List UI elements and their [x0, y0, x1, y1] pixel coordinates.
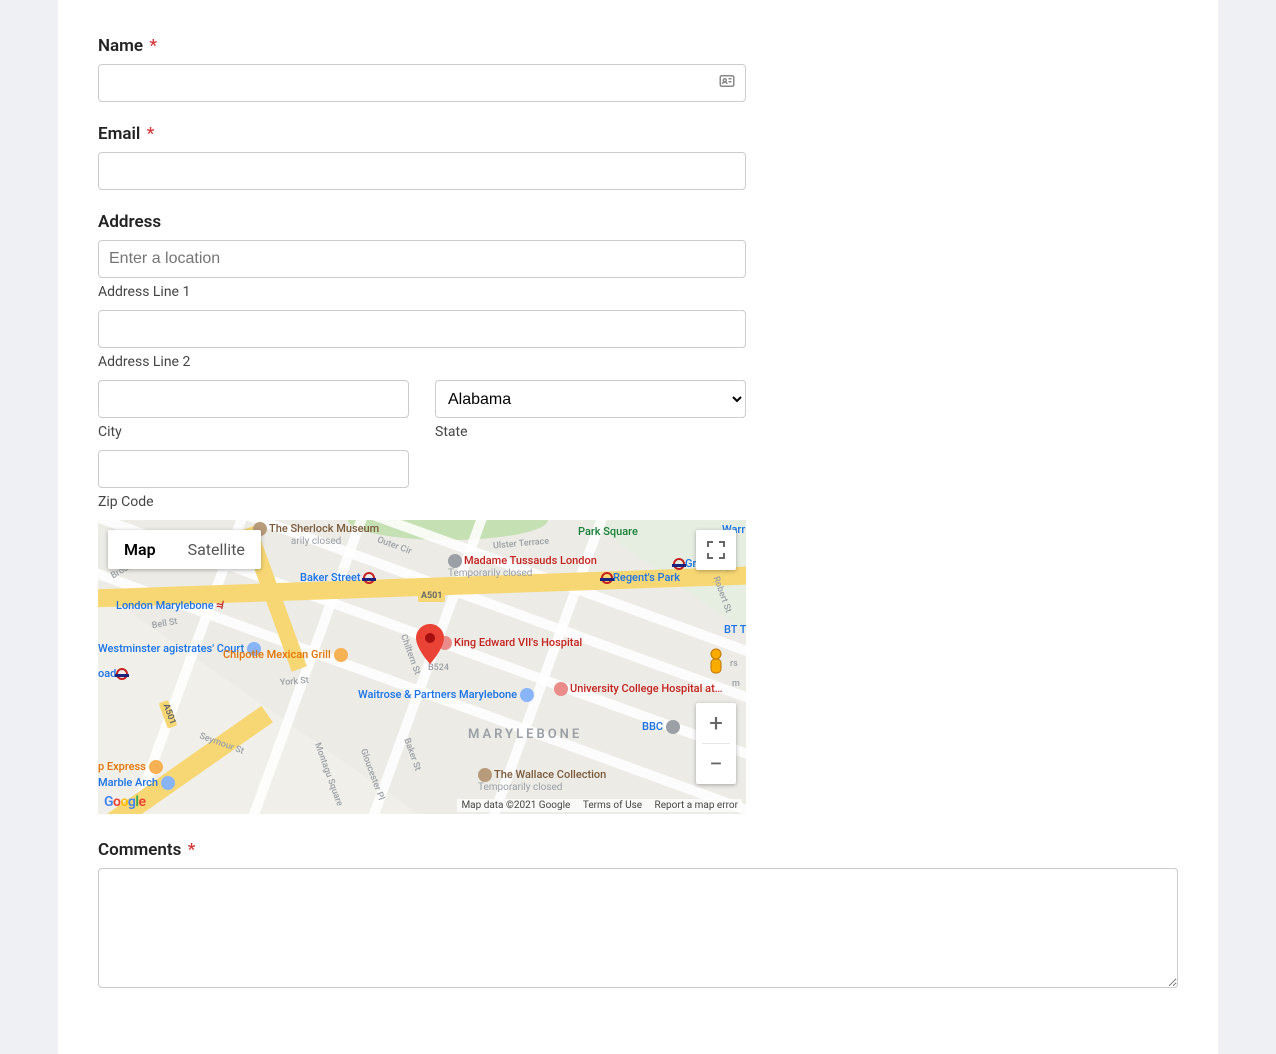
email-label-text: Email	[98, 124, 140, 144]
poi-sherlock: The Sherlock Museumarily closed	[253, 522, 379, 547]
name-label-text: Name	[98, 36, 143, 56]
address-line1-input[interactable]	[98, 240, 746, 278]
zoom-out-button[interactable]: −	[696, 744, 736, 784]
map-type-satellite[interactable]: Satellite	[172, 530, 261, 569]
poi-gr: Gr	[673, 558, 696, 570]
poi-kingedward: King Edward VII's Hospital	[438, 636, 582, 650]
required-marker: *	[147, 124, 155, 144]
restaurant-icon	[334, 648, 348, 662]
poi-tussauds: Madame Tussauds LondonTemporarily closed	[448, 554, 597, 579]
poi-icon	[448, 554, 462, 568]
zip-input[interactable]	[98, 450, 409, 488]
email-input[interactable]	[98, 152, 746, 190]
poi-waitrose: Waitrose & Partners Marylebone	[358, 688, 536, 702]
poi-icon	[666, 720, 680, 734]
tube-icon	[363, 572, 375, 584]
museum-icon	[478, 768, 492, 782]
poi-bbc: BBC	[642, 720, 682, 734]
poi-regents: Regent's Park	[601, 572, 680, 584]
map-pin-icon	[416, 624, 444, 668]
state-sublabel: State	[435, 424, 746, 440]
map-attribution: Map data ©2021 Google Terms of Use Repor…	[457, 799, 742, 812]
address-label-text: Address	[98, 212, 161, 232]
city-input[interactable]	[98, 380, 409, 418]
map-type-map[interactable]: Map	[108, 530, 172, 569]
pegman-button[interactable]	[696, 642, 736, 682]
poi-marylebone: London Marylebone ≉	[116, 600, 222, 612]
area-marylebone: MARYLEBONE	[468, 728, 582, 742]
poi-express: p Express	[98, 760, 165, 774]
map-type-switch: Map Satellite	[108, 530, 261, 569]
zip-sublabel: Zip Code	[98, 494, 409, 510]
poi-bt: BT T	[724, 624, 746, 636]
address-line1-sublabel: Address Line 1	[98, 284, 746, 300]
tube-icon	[601, 572, 613, 584]
road-label-a501: A501	[418, 592, 445, 602]
poi-parksq: Park Square	[578, 526, 638, 538]
tube-icon	[116, 668, 128, 680]
poi-marble: Marble Arch	[98, 776, 177, 790]
email-label: Email *	[98, 124, 746, 144]
contact-card-icon	[718, 72, 736, 94]
rail-icon: ≉	[216, 600, 222, 612]
map-report-link[interactable]: Report a map error	[655, 800, 738, 811]
name-field: Name *	[98, 36, 746, 102]
address-line2-field: Address Line 2	[98, 310, 746, 370]
comments-label: Comments *	[98, 840, 1178, 860]
pegman-icon	[696, 642, 736, 682]
name-label: Name *	[98, 36, 746, 56]
city-sublabel: City	[98, 424, 409, 440]
zip-field: Zip Code	[98, 450, 409, 510]
hospital-icon	[554, 682, 568, 696]
state-select[interactable]: Alabama	[435, 380, 746, 418]
address-label: Address	[98, 212, 746, 232]
map-data-text: Map data ©2021 Google	[461, 800, 570, 811]
poi-icon	[161, 776, 175, 790]
address-field: Address Address Line 1	[98, 212, 746, 300]
required-marker: *	[149, 36, 157, 56]
poi-chipotle: Chipotle Mexican Grill	[223, 648, 350, 662]
map-terms-link[interactable]: Terms of Use	[583, 800, 642, 811]
fullscreen-icon	[707, 541, 725, 559]
required-marker: *	[188, 840, 196, 860]
name-input[interactable]	[98, 64, 746, 102]
fullscreen-button[interactable]	[696, 530, 736, 570]
poi-oad: oad	[98, 668, 128, 680]
city-state-row: City Alabama State	[98, 380, 746, 440]
comments-field: Comments *	[98, 840, 1178, 992]
tube-icon	[673, 558, 685, 570]
poi-ucl: University College Hospital at…	[554, 682, 723, 696]
poi-baker: Baker Street	[300, 572, 375, 584]
comments-label-text: Comments	[98, 840, 181, 860]
zoom-control: + −	[696, 703, 736, 784]
shop-icon	[520, 688, 534, 702]
email-field: Email *	[98, 124, 746, 190]
restaurant-icon	[149, 760, 163, 774]
map-container[interactable]: The Sherlock Museumarily closed Outer Ci…	[98, 520, 746, 814]
zoom-in-button[interactable]: +	[696, 703, 736, 743]
comments-textarea[interactable]	[98, 868, 1178, 988]
poi-wallace: The Wallace CollectionTemporarily closed	[478, 768, 606, 793]
address-line2-input[interactable]	[98, 310, 746, 348]
google-logo: Google	[104, 794, 146, 810]
address-line2-sublabel: Address Line 2	[98, 354, 746, 370]
